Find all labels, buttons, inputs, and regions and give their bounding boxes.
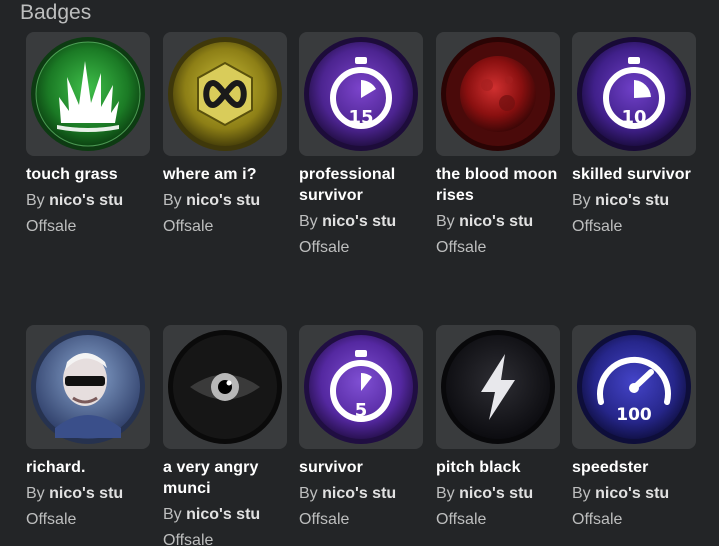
- creator-link[interactable]: nico's stu: [49, 485, 123, 502]
- badge-creator: By nico's stu: [436, 483, 560, 504]
- lightning-icon: [441, 330, 555, 444]
- badge-card-skilled-survivor[interactable]: 10 skilled survivor By nico's stu Offsal…: [572, 32, 696, 237]
- stopwatch-icon: 15: [304, 37, 418, 151]
- by-label: By: [436, 213, 455, 230]
- badge-thumbnail[interactable]: [436, 32, 560, 156]
- badge-card-richard[interactable]: richard. By nico's stu Offsale: [26, 325, 150, 530]
- creator-link[interactable]: nico's stu: [322, 213, 396, 230]
- speedometer-icon: 100: [577, 330, 691, 444]
- badge-name[interactable]: professional survivor: [299, 164, 423, 206]
- badge-thumbnail[interactable]: [26, 325, 150, 449]
- badge-thumbnail[interactable]: 5: [299, 325, 423, 449]
- by-label: By: [26, 485, 45, 502]
- badge-creator: By nico's stu: [26, 483, 150, 504]
- badge-card-pitch-black[interactable]: pitch black By nico's stu Offsale: [436, 325, 560, 530]
- badge-thumbnail[interactable]: [26, 32, 150, 156]
- by-label: By: [436, 485, 455, 502]
- badge-price: Offsale: [299, 239, 350, 256]
- creator-link[interactable]: nico's stu: [595, 485, 669, 502]
- stopwatch-number: 5: [355, 400, 368, 421]
- badge-price: Offsale: [163, 532, 214, 546]
- creator-link[interactable]: nico's stu: [186, 192, 260, 209]
- badge-price: Offsale: [26, 511, 77, 528]
- grass-icon: [31, 37, 145, 151]
- badges-page: Badges touch grass By nico's stu Offsale…: [0, 0, 719, 546]
- by-label: By: [572, 485, 591, 502]
- by-label: By: [163, 506, 182, 523]
- by-label: By: [572, 192, 591, 209]
- stopwatch-number: 10: [621, 107, 646, 128]
- badge-creator: By nico's stu: [436, 211, 560, 232]
- badge-creator: By nico's stu: [572, 483, 696, 504]
- badge-name[interactable]: a very angry munci: [163, 457, 287, 499]
- infinity-icon: [168, 37, 282, 151]
- badge-thumbnail[interactable]: [163, 325, 287, 449]
- man-with-sunglasses-icon: [31, 330, 145, 444]
- by-label: By: [299, 213, 318, 230]
- speedometer-number: 100: [616, 405, 652, 425]
- badge-price: Offsale: [26, 218, 77, 235]
- creator-link[interactable]: nico's stu: [322, 485, 396, 502]
- badge-thumbnail[interactable]: 100: [572, 325, 696, 449]
- badge-name[interactable]: the blood moon rises: [436, 164, 560, 206]
- badge-price: Offsale: [572, 511, 623, 528]
- creator-link[interactable]: nico's stu: [595, 192, 669, 209]
- badge-thumbnail[interactable]: 10: [572, 32, 696, 156]
- badge-thumbnail[interactable]: [163, 32, 287, 156]
- badge-card-angry-munci[interactable]: a very angry munci By nico's stu Offsale: [163, 325, 287, 546]
- badge-name[interactable]: touch grass: [26, 164, 150, 185]
- by-label: By: [26, 192, 45, 209]
- badge-card-speedster[interactable]: 100 speedster By nico's stu Offsale: [572, 325, 696, 530]
- badge-price: Offsale: [299, 511, 350, 528]
- by-label: By: [299, 485, 318, 502]
- badge-card-where-am-i[interactable]: where am i? By nico's stu Offsale: [163, 32, 287, 237]
- badge-card-survivor[interactable]: 5 survivor By nico's stu Offsale: [299, 325, 423, 530]
- badge-creator: By nico's stu: [299, 483, 423, 504]
- badge-creator: By nico's stu: [163, 190, 287, 211]
- badge-name[interactable]: survivor: [299, 457, 423, 478]
- badge-thumbnail[interactable]: [436, 325, 560, 449]
- stopwatch-number: 15: [348, 107, 373, 128]
- creator-link[interactable]: nico's stu: [459, 213, 533, 230]
- badge-card-blood-moon[interactable]: the blood moon rises By nico's stu Offsa…: [436, 32, 560, 258]
- badge-card-professional-survivor[interactable]: 15 professional survivor By nico's stu O…: [299, 32, 423, 258]
- creator-link[interactable]: nico's stu: [186, 506, 260, 523]
- badge-name[interactable]: pitch black: [436, 457, 560, 478]
- badge-creator: By nico's stu: [26, 190, 150, 211]
- badge-name[interactable]: richard.: [26, 457, 150, 478]
- badge-card-touch-grass[interactable]: touch grass By nico's stu Offsale: [26, 32, 150, 237]
- badge-price: Offsale: [436, 511, 487, 528]
- creator-link[interactable]: nico's stu: [49, 192, 123, 209]
- badge-name[interactable]: speedster: [572, 457, 696, 478]
- eye-icon: [168, 330, 282, 444]
- badge-thumbnail[interactable]: 15: [299, 32, 423, 156]
- badge-name[interactable]: skilled survivor: [572, 164, 696, 185]
- badge-creator: By nico's stu: [572, 190, 696, 211]
- badge-price: Offsale: [572, 218, 623, 235]
- badge-price: Offsale: [163, 218, 214, 235]
- section-title: Badges: [20, 1, 92, 24]
- badge-creator: By nico's stu: [163, 504, 287, 525]
- badge-creator: By nico's stu: [299, 211, 423, 232]
- creator-link[interactable]: nico's stu: [459, 485, 533, 502]
- blood-moon-icon: [441, 37, 555, 151]
- badge-name[interactable]: where am i?: [163, 164, 287, 185]
- badge-price: Offsale: [436, 239, 487, 256]
- stopwatch-icon: 5: [304, 330, 418, 444]
- by-label: By: [163, 192, 182, 209]
- stopwatch-icon: 10: [577, 37, 691, 151]
